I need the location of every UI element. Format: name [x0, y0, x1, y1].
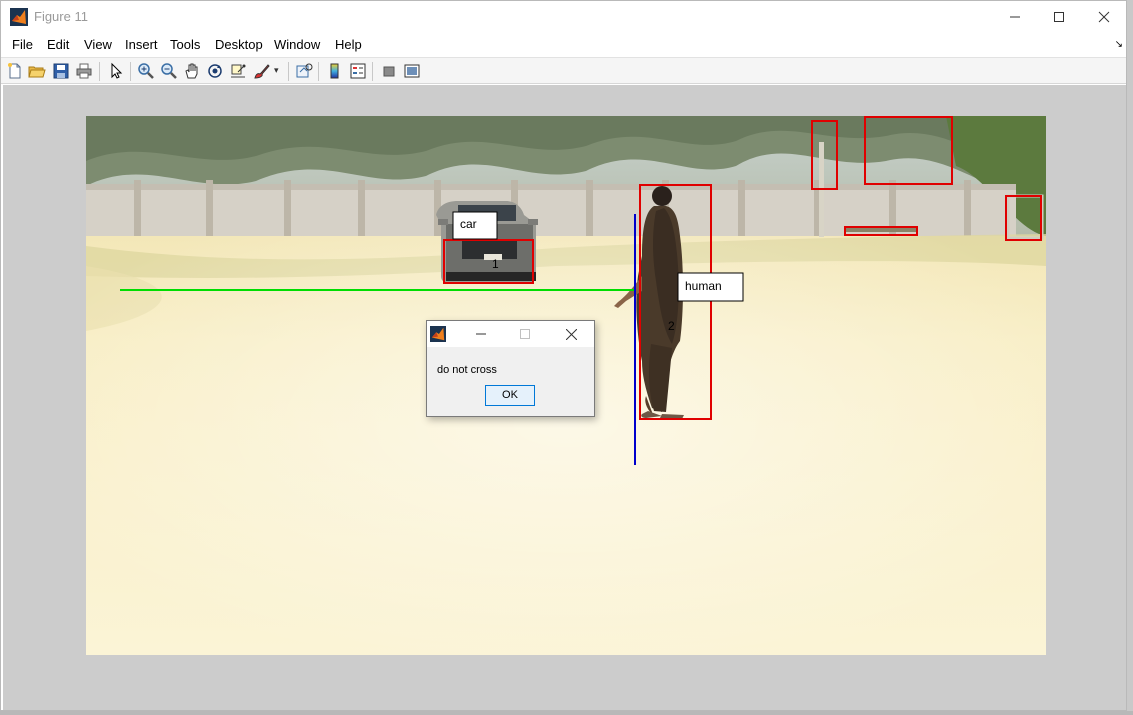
- menu-window[interactable]: Window: [274, 37, 320, 53]
- dialog-maximize-button: [511, 321, 539, 347]
- car-label: car: [460, 217, 477, 231]
- figure-toolbar: ▾: [1, 57, 1126, 84]
- menu-bar: File Edit View Insert Tools Desktop Wind…: [1, 34, 1126, 56]
- maximize-icon: [520, 329, 530, 339]
- human-label: human: [685, 279, 722, 293]
- maximize-button[interactable]: [1036, 1, 1082, 32]
- close-button[interactable]: [1081, 1, 1126, 32]
- detection-box: [864, 116, 953, 185]
- pointer-icon[interactable]: [107, 62, 125, 80]
- title-bar[interactable]: Figure 11: [1, 1, 1126, 33]
- minimize-button[interactable]: [992, 1, 1038, 32]
- zoom-in-icon[interactable]: [137, 62, 155, 80]
- open-file-icon[interactable]: [28, 62, 46, 80]
- insert-legend-icon[interactable]: [349, 62, 367, 80]
- taskbar-edge: [0, 711, 1133, 715]
- show-plot-tools-icon[interactable]: [403, 62, 421, 80]
- menu-desktop[interactable]: Desktop: [215, 37, 263, 53]
- dialog-minimize-button[interactable]: [467, 321, 495, 347]
- warning-dialog: do not cross OK: [426, 320, 595, 417]
- dialog-title-bar[interactable]: [427, 321, 594, 347]
- zoom-out-icon[interactable]: [160, 62, 178, 80]
- dialog-message: do not cross: [437, 364, 497, 376]
- save-icon[interactable]: [52, 62, 70, 80]
- minimize-icon: [1010, 16, 1020, 17]
- toolbar-separator: [372, 62, 373, 81]
- menu-view[interactable]: View: [84, 37, 112, 53]
- close-icon: [565, 328, 577, 340]
- toolbar-separator: [99, 62, 100, 81]
- menu-file[interactable]: File: [12, 37, 33, 53]
- print-icon[interactable]: [75, 62, 93, 80]
- pan-icon[interactable]: [183, 62, 201, 80]
- ok-button[interactable]: OK: [485, 385, 535, 406]
- menu-help[interactable]: Help: [335, 37, 362, 53]
- menu-tools[interactable]: Tools: [170, 37, 200, 53]
- menu-edit[interactable]: Edit: [47, 37, 69, 53]
- maximize-icon: [1054, 11, 1064, 22]
- car-bounding-box: [443, 239, 534, 284]
- matlab-logo-icon: [10, 8, 28, 26]
- human-id: 2: [668, 319, 675, 333]
- detection-box: [811, 120, 838, 190]
- new-figure-icon[interactable]: [6, 62, 24, 80]
- rotate-3d-icon[interactable]: [206, 62, 224, 80]
- dock-arrow-icon[interactable]: ↘: [1115, 39, 1123, 50]
- window-title: Figure 11: [34, 9, 88, 24]
- data-cursor-icon[interactable]: [229, 62, 247, 80]
- menu-insert[interactable]: Insert: [125, 37, 158, 53]
- detection-box: [844, 226, 918, 236]
- insert-colorbar-icon[interactable]: [326, 62, 344, 80]
- toolbar-separator: [130, 62, 131, 81]
- figure-window: Figure 11 File Edit View Insert Tools De…: [0, 0, 1127, 711]
- brush-icon[interactable]: [253, 62, 271, 80]
- car-id: 1: [492, 257, 499, 271]
- matlab-logo-icon: [430, 326, 446, 342]
- toolbar-separator: [318, 62, 319, 81]
- brush-dropdown-icon[interactable]: ▾: [274, 65, 279, 76]
- toolbar-separator: [288, 62, 289, 81]
- hide-plot-tools-icon[interactable]: [380, 62, 398, 80]
- dialog-close-button[interactable]: [557, 321, 585, 347]
- link-plot-icon[interactable]: [295, 62, 313, 80]
- minimize-icon: [476, 333, 486, 335]
- detection-box: [1005, 195, 1042, 241]
- close-icon: [1098, 11, 1110, 22]
- human-bounding-box: [639, 184, 712, 420]
